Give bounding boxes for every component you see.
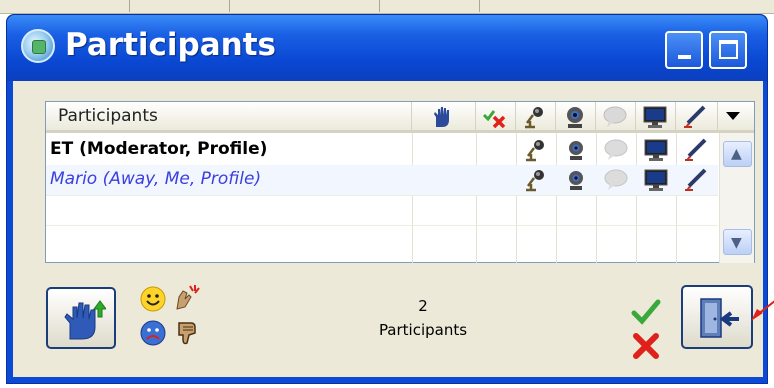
- column-header-raise-hand[interactable]: [412, 102, 476, 130]
- grid-divider: [46, 195, 718, 196]
- scroll-down-button[interactable]: ▼: [723, 229, 752, 255]
- column-header-screen[interactable]: [636, 102, 676, 130]
- chat-bubble-icon[interactable]: [603, 168, 629, 192]
- exit-door-icon: [700, 298, 739, 338]
- raise-hand-up-arrow-icon: [64, 300, 106, 340]
- webcam-icon[interactable]: [563, 138, 589, 162]
- window-client-area: Participants ET (Moderator, Profile) Mar…: [13, 81, 774, 377]
- maximize-icon: [719, 40, 738, 59]
- column-header-status[interactable]: [476, 102, 516, 130]
- title-bar[interactable]: Participants: [7, 15, 767, 81]
- app-globe-icon: [21, 29, 55, 63]
- participants-list[interactable]: Participants ET (Moderator, Profile) Mar…: [45, 101, 755, 263]
- monitor-icon[interactable]: [643, 168, 669, 192]
- annotation-arrow: [749, 291, 774, 325]
- toolbar-segment: [0, 0, 130, 12]
- toolbar-segment: [230, 0, 380, 12]
- participant-row[interactable]: ET (Moderator, Profile): [46, 135, 718, 165]
- grid-divider: [46, 225, 718, 226]
- vertical-scrollbar[interactable]: ▲ ▼: [719, 133, 754, 263]
- webcam-icon[interactable]: [563, 168, 589, 192]
- raise-hand-button[interactable]: [46, 287, 116, 349]
- microphone-icon[interactable]: [523, 168, 549, 192]
- participants-window: Participants Participants ET (Moderator,…: [6, 14, 774, 384]
- maximize-button[interactable]: [709, 31, 747, 69]
- pencil-icon: [682, 105, 708, 129]
- participant-row[interactable]: Mario (Away, Me, Profile): [46, 165, 718, 195]
- pencil-icon[interactable]: [683, 138, 709, 162]
- microphone-icon[interactable]: [523, 138, 549, 162]
- chat-bubble-icon[interactable]: [603, 138, 629, 162]
- monitor-icon[interactable]: [643, 138, 669, 162]
- check-x-icon: [482, 105, 508, 129]
- chevron-up-icon: ▲: [731, 146, 742, 162]
- participant-count: 2: [418, 297, 428, 315]
- column-header-annotate[interactable]: [676, 102, 718, 130]
- toolbar-segment: [130, 0, 230, 12]
- raise-hand-icon: [430, 105, 456, 129]
- exit-meeting-button[interactable]: [681, 285, 753, 349]
- webcam-icon: [562, 105, 588, 129]
- monitor-icon: [642, 105, 668, 129]
- chevron-down-icon: ▼: [731, 235, 742, 251]
- chevron-down-icon[interactable]: [726, 112, 740, 120]
- applause-icon[interactable]: [173, 283, 201, 311]
- minimize-button[interactable]: [665, 31, 703, 69]
- column-header-audio[interactable]: [516, 102, 556, 130]
- pencil-icon[interactable]: [683, 168, 709, 192]
- list-header: Participants: [46, 102, 754, 133]
- window-title: Participants: [65, 27, 276, 63]
- participant-count-label: Participants: [378, 321, 468, 339]
- sad-icon[interactable]: [139, 319, 167, 347]
- column-header-participants[interactable]: Participants: [46, 102, 412, 130]
- background-toolbar-strip: [0, 0, 774, 14]
- smile-icon[interactable]: [139, 285, 167, 313]
- microphone-icon: [522, 105, 548, 129]
- minimize-icon: [678, 55, 691, 59]
- thumbs-down-icon[interactable]: [173, 319, 201, 347]
- chat-bubble-icon: [602, 105, 628, 129]
- participant-name: ET (Moderator, Profile): [50, 139, 268, 159]
- check-icon[interactable]: [631, 297, 661, 327]
- column-header-chat[interactable]: [596, 102, 636, 130]
- x-icon[interactable]: [631, 331, 661, 361]
- column-header-video[interactable]: [556, 102, 596, 130]
- participant-name: Mario (Away, Me, Profile): [50, 169, 262, 189]
- toolbar-segment: [380, 0, 480, 12]
- scroll-up-button[interactable]: ▲: [723, 141, 752, 167]
